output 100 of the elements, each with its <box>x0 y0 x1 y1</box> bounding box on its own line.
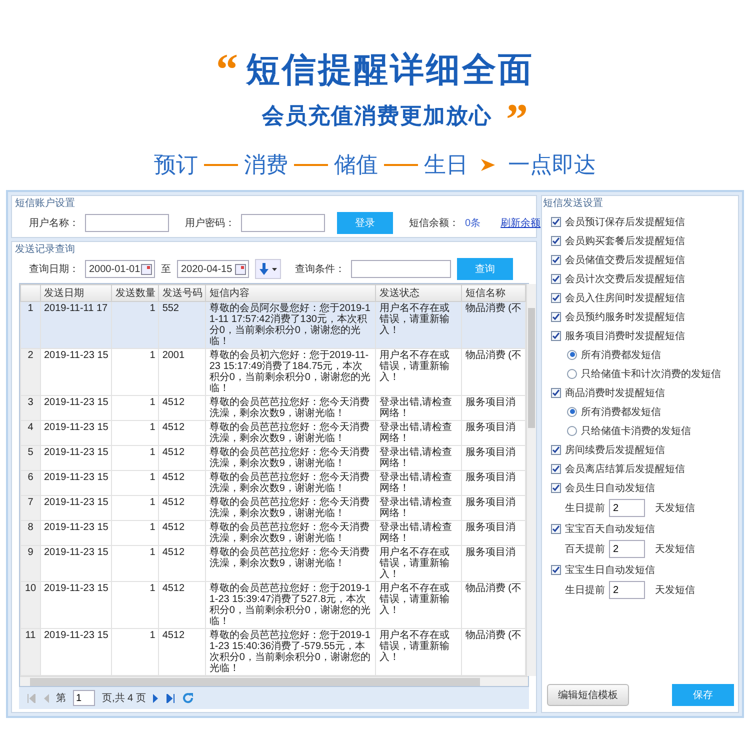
table-cell: 1 <box>112 348 159 396</box>
arrow-icon <box>480 158 496 172</box>
table-cell: 尊敬的会员芭芭拉您好：您今天消费洗澡，剩余次数9，谢谢光临！ <box>206 446 376 470</box>
checkbox[interactable] <box>551 444 561 454</box>
table-cell: 登录出错,请检查网络！ <box>376 496 462 520</box>
checkbox[interactable] <box>551 464 561 474</box>
radio-label: 只给储值卡和计次消费的发短信 <box>581 368 721 380</box>
dropdown-button[interactable] <box>255 259 281 279</box>
down-arrow-icon <box>259 263 269 275</box>
table-row[interactable]: 9 2019-11-23 15 1 4512 尊敬的会员芭芭拉您好：您今天消费洗澡，剩余次数9，谢谢光临！ 用户名不存在或错误，请重新输入！ 服务项目消 <box>20 546 526 582</box>
table-cell: 登录出错,请检查网络！ <box>376 470 462 496</box>
caret-icon <box>272 268 277 270</box>
date-field[interactable]: 2020-04-15 <box>177 260 249 278</box>
radio-button[interactable] <box>567 350 577 360</box>
table-cell: 尊敬的会员芭芭拉您好：您于2019-11-23 15:39:47消费了527.8元，本次积分0，当前剩余积分0，谢谢您的光临！ <box>206 582 376 628</box>
days-field[interactable]: 2 <box>609 581 645 599</box>
vertical-scrollbar[interactable] <box>526 284 536 676</box>
row-number: 7 <box>20 496 40 520</box>
refresh-link[interactable]: 刷新余额 <box>500 216 541 230</box>
field-label: 生日提前 <box>565 502 605 515</box>
table-cell: 4512 <box>158 396 206 420</box>
table-cell: 登录出错,请检查网络！ <box>376 520 462 546</box>
calendar-icon[interactable] <box>141 264 152 274</box>
table-cell: 物品消费 (不 <box>462 302 526 348</box>
table-cell: 2019-11-23 15 <box>40 496 112 520</box>
checkbox[interactable] <box>551 388 561 398</box>
table-row[interactable]: 3 2019-11-23 15 1 4512 尊敬的会员芭芭拉您好：您今天消费洗澡，剩余次数9，谢谢光临！ 登录出错,请检查网络！ 服务项目消 <box>20 396 526 420</box>
checkbox[interactable] <box>551 312 561 322</box>
checkbox[interactable] <box>551 292 561 302</box>
field-label: 查询日期： <box>29 262 79 276</box>
date-field[interactable]: 2000-01-01 <box>85 260 155 278</box>
table-row[interactable]: 8 2019-11-23 15 1 4512 尊敬的会员芭芭拉您好：您今天消费洗澡，剩余次数9，谢谢光临！ 登录出错,请检查网络！ 服务项目消 <box>20 520 526 546</box>
checkbox[interactable] <box>551 482 561 492</box>
table-row[interactable]: 7 2019-11-23 15 1 4512 尊敬的会员芭芭拉您好：您今天消费洗澡，剩余次数9，谢谢光临！ 登录出错,请检查网络！ 服务项目消 <box>20 496 526 520</box>
table-cell: 登录出错,请检查网络！ <box>376 446 462 470</box>
condition-field[interactable] <box>351 260 451 278</box>
checkbox[interactable] <box>551 236 561 246</box>
checkbox-label: 会员入住房间时发提醒短信 <box>565 292 685 304</box>
table-cell: 尊敬的会员芭芭拉您好：您今天消费洗澡，剩余次数9，谢谢光临！ <box>206 396 376 420</box>
page-field[interactable]: 1 <box>73 690 95 706</box>
field-label: 生日提前 <box>565 584 605 597</box>
table-cell: 登录出错,请检查网络！ <box>376 420 462 446</box>
checkbox-label: 服务项目消费时发提醒短信 <box>565 330 685 342</box>
radio-button[interactable] <box>567 426 577 436</box>
table-cell: 1 <box>112 470 159 496</box>
row-number: 4 <box>20 420 40 446</box>
panel-legend: 短信发送设置 <box>543 196 603 210</box>
table-row[interactable]: 6 2019-11-23 15 1 4512 尊敬的会员芭芭拉您好：您今天消费洗澡，剩余次数9，谢谢光临！ 登录出错,请检查网络！ 服务项目消 <box>20 470 526 496</box>
days-field[interactable]: 2 <box>609 499 645 517</box>
table-cell: 用户名不存在或错误，请重新输入！ <box>376 546 462 582</box>
password-field[interactable] <box>241 214 325 232</box>
table-row[interactable]: 10 2019-11-23 15 1 4512 尊敬的会员芭芭拉您好：您于2019-11-23 15:39:47消费了527.8元，本次积分0，当前剩余积分0，谢谢您的光临！ 用户名不存在或错误，请重新输入！ 物品消费 (不 <box>20 582 526 628</box>
row-number: 5 <box>20 446 40 470</box>
table-cell: 2019-11-23 15 <box>40 520 112 546</box>
calendar-icon[interactable] <box>235 264 246 274</box>
checkbox[interactable] <box>551 564 561 574</box>
next-page-icon[interactable] <box>152 694 159 702</box>
horizontal-scrollbar[interactable] <box>20 676 528 686</box>
checkbox-label: 会员储值交费后发提醒短信 <box>565 254 685 266</box>
column-header[interactable]: 发送号码 <box>158 284 206 302</box>
table-cell: 1 <box>112 302 159 348</box>
panel-legend: 短信账户设置 <box>15 196 75 210</box>
flow-step: 生日 <box>424 150 468 180</box>
table-cell: 2019-11-23 15 <box>40 546 112 582</box>
checkbox[interactable] <box>551 216 561 226</box>
table-row[interactable]: 2 2019-11-23 15 1 2001 尊敬的会员初六您好：您于2019-11-23 15:17:49消费了184.75元，本次积分0，当前剩余积分0，谢谢您的光临！ 用户名不存在或错误，请重新输入！ 物品消费 (不 <box>20 348 526 396</box>
checkbox-label: 宝宝百天自动发短信 <box>565 522 655 536</box>
radio-button[interactable] <box>567 368 577 378</box>
column-header[interactable]: 发送数量 <box>112 284 159 302</box>
page-label: 第 <box>56 692 66 705</box>
table-row[interactable]: 5 2019-11-23 15 1 4512 尊敬的会员芭芭拉您好：您今天消费洗澡，剩余次数9，谢谢光临！ 登录出错,请检查网络！ 服务项目消 <box>20 446 526 470</box>
table-cell: 1 <box>112 546 159 582</box>
days-field[interactable]: 2 <box>609 540 645 558</box>
column-header[interactable]: 发送日期 <box>40 284 112 302</box>
checkbox-label: 会员购买套餐后发提醒短信 <box>565 234 685 248</box>
column-header[interactable]: 发送状态 <box>376 284 462 302</box>
radio-button[interactable] <box>567 406 577 416</box>
checkbox[interactable] <box>551 274 561 284</box>
checkbox[interactable] <box>551 330 561 340</box>
column-header[interactable]: 短信内容 <box>206 284 376 302</box>
refresh-icon[interactable] <box>182 692 194 704</box>
field-label: 用户密码： <box>185 216 235 230</box>
table-cell: 2019-11-23 15 <box>40 470 112 496</box>
checkbox[interactable] <box>551 524 561 534</box>
table-cell: 552 <box>158 302 206 348</box>
table-row[interactable]: 4 2019-11-23 15 1 4512 尊敬的会员芭芭拉您好：您今天消费洗澡，剩余次数9，谢谢光临！ 登录出错,请检查网络！ 服务项目消 <box>20 420 526 446</box>
row-number: 2 <box>20 348 40 396</box>
quote-mark: ” <box>506 98 528 142</box>
table-cell: 1 <box>112 520 159 546</box>
column-header[interactable]: 短信名称 <box>462 284 526 302</box>
field-label: 查询条件： <box>295 262 345 276</box>
last-page-icon[interactable] <box>166 694 175 702</box>
table-row[interactable]: 1 2019-11-11 17 1 552 尊敬的会员阿尔曼您好：您于2019-11-11 17:57:42消费了130元，本次积分0，当前剩余积分0，谢谢您的光临！ 用户名不存在或错误，请重新输入！ 物品消费 (不 <box>20 302 526 348</box>
table-cell: 4512 <box>158 446 206 470</box>
balance-label: 短信余额： <box>409 216 459 230</box>
table-cell: 4512 <box>158 582 206 628</box>
table-cell: 2001 <box>158 348 206 396</box>
checkbox[interactable] <box>551 254 561 264</box>
username-field[interactable] <box>85 214 169 232</box>
edit-template-button[interactable]: 编辑短信模板 <box>547 684 629 706</box>
